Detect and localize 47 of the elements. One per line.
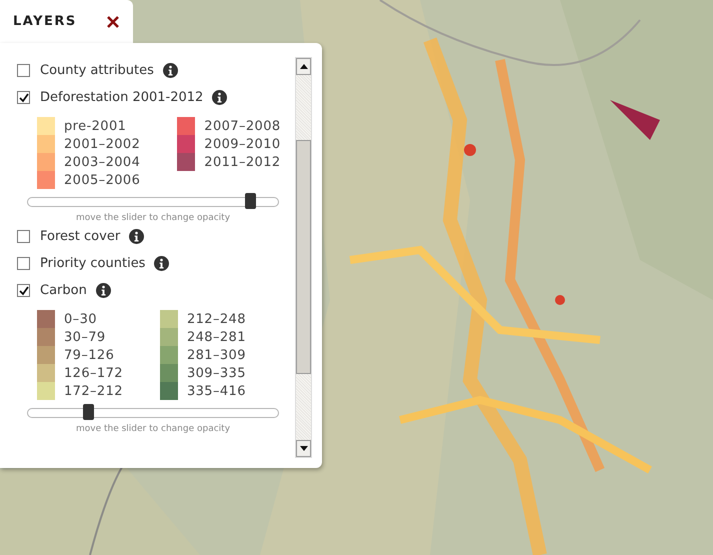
slider-hint: move the slider to change opacity — [74, 213, 232, 223]
legend-label: 2009–2010 — [204, 136, 281, 152]
legend-label: 172–212 — [64, 384, 123, 398]
scroll-thumb[interactable] — [296, 140, 311, 374]
layer-checkbox[interactable] — [17, 230, 30, 243]
legend-label: 2011–2012 — [204, 154, 281, 170]
scrollbar[interactable] — [295, 57, 312, 458]
layer-name: Forest cover — [40, 229, 120, 244]
info-icon[interactable] — [96, 283, 111, 298]
legend-label: 335–416 — [186, 384, 246, 398]
down-arrow-icon — [300, 446, 308, 451]
layer-name: Carbon — [40, 283, 87, 298]
check-icon — [18, 286, 28, 296]
legend-label: pre-2001 — [64, 118, 126, 134]
layers-tab[interactable]: LAYERS — [0, 0, 133, 43]
legend-label: 248–281 — [186, 330, 246, 344]
layer-name: County attributes — [40, 63, 154, 78]
tab-title: LAYERS — [13, 14, 78, 29]
close-icon[interactable] — [107, 16, 119, 28]
legend-label: 309–335 — [186, 366, 246, 380]
info-icon[interactable] — [162, 63, 178, 78]
layer-checkbox[interactable] — [17, 64, 30, 77]
legend-label: 2001–2002 — [64, 136, 140, 152]
layer-checkbox[interactable] — [17, 284, 30, 297]
legend-label: 212–248 — [186, 312, 246, 326]
scroll-up-button[interactable] — [296, 58, 311, 75]
scroll-down-button[interactable] — [296, 440, 311, 457]
info-icon[interactable] — [154, 256, 170, 271]
legend-label: 2005–2006 — [64, 172, 140, 188]
slider-hint: move the slider to change opacity — [74, 424, 232, 434]
check-icon — [18, 92, 28, 102]
slider-thumb[interactable] — [244, 193, 256, 209]
layer-name: Deforestation 2001-2012 — [40, 90, 204, 105]
up-arrow-icon — [300, 64, 308, 69]
info-icon[interactable] — [212, 90, 228, 105]
layer-name: Priority counties — [40, 256, 146, 271]
layer-checkbox[interactable] — [17, 91, 30, 104]
slider-thumb[interactable] — [83, 404, 94, 420]
legend-label: 30–79 — [64, 330, 106, 344]
legend-label: 0–30 — [64, 312, 97, 326]
info-icon[interactable] — [129, 229, 144, 244]
legend-label: 79–126 — [64, 348, 114, 362]
legend-label: 2007–2008 — [204, 118, 281, 134]
legend-label: 281–309 — [186, 348, 246, 362]
layer-checkbox[interactable] — [17, 257, 30, 270]
legend-label: 126–172 — [64, 366, 123, 380]
legend-label: 2003–2004 — [64, 154, 140, 170]
